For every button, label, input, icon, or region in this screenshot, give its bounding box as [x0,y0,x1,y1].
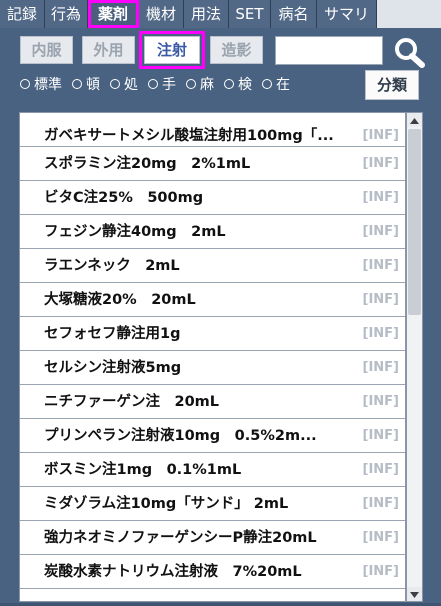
drug-name: ニチファーゲン注 20mL [44,394,220,410]
classify-button[interactable]: 分類 [365,70,419,100]
inf-tag: [INF] [362,564,399,579]
tab-usage[interactable]: 用法 [184,0,229,28]
list-item[interactable]: ニチファーゲン注 20mL [INF] [20,385,405,419]
tab-procedure[interactable]: 行為 [45,0,88,28]
radio-home[interactable]: 在 [262,74,290,94]
search-input[interactable] [275,36,383,65]
drug-name: プリンペラン注射液10mg 0.5%2m... [44,428,317,444]
list-item[interactable]: プリンペラン注射液10mg 0.5%2m... [INF] [20,419,405,453]
radio-label: 頓 [86,77,100,93]
external-button[interactable]: 外用 [82,36,135,64]
radio-label: 標準 [34,77,62,93]
tab-strip-filler [377,0,441,28]
radio-standard[interactable]: 標準 [20,74,62,94]
drug-name: スポラミン注20mg 2%1mL [44,156,251,172]
drug-name: ビタC注25% 500mg [44,190,204,206]
inf-tag: [INF] [362,394,399,409]
scrollbar-thumb[interactable] [408,129,421,315]
inf-tag: [INF] [362,258,399,273]
list-item[interactable]: セルシン注射液5mg [INF] [20,351,405,385]
scroll-up-button[interactable] [407,113,422,127]
radio-circle-icon[interactable] [148,79,158,89]
inf-tag: [INF] [362,530,399,545]
list-item[interactable]: ミダゾラム注10mg「サンド」 2mL [INF] [20,487,405,521]
radio-circle-icon[interactable] [72,79,82,89]
injection-button[interactable]: 注射 [139,31,205,69]
inf-tag: [INF] [362,496,399,511]
list-item[interactable]: スポラミン注20mg 2%1mL [INF] [20,147,405,181]
radio-circle-icon[interactable] [20,79,30,89]
drug-name: 炭酸水素ナトリウム注射液 7%20mL [44,564,302,580]
radio-label: 麻 [200,77,214,93]
radio-anesthesia[interactable]: 麻 [186,74,214,94]
list-item[interactable]: ガベキサートメシル酸塩注射用100mg「... [INF] [20,113,405,147]
list-item[interactable]: セフォセフ静注用1g [INF] [20,317,405,351]
inf-tag: [INF] [362,428,399,443]
radio-circle-icon[interactable] [186,79,196,89]
drug-name: セルシン注射液5mg [44,360,182,376]
radio-surgery[interactable]: 手 [148,74,176,94]
drug-panel: 内服 外用 注射 造影 標準 頓 処 手 麻 検 在 分類 ガベキサートメシル酸… [0,28,441,603]
radio-label: 在 [276,77,290,93]
list-scrollbar[interactable] [406,112,423,602]
drug-name: ボスミン注1mg 0.1%1mL [44,462,242,478]
scroll-down-arrow-icon [410,592,419,598]
filter-radio-group: 標準 頓 処 手 麻 検 在 [20,74,300,94]
inf-tag: [INF] [362,360,399,375]
drug-name: 大塚糖液20% 20mL [44,292,196,308]
radio-circle-icon[interactable] [262,79,272,89]
list-item[interactable]: 強力ネオミノファーゲンシーP静注20mL [INF] [20,521,405,555]
radio-test[interactable]: 検 [224,74,252,94]
list-item[interactable]: 大塚糖液20% 20mL [INF] [20,283,405,317]
oral-button[interactable]: 内服 [20,36,73,64]
radio-circle-icon[interactable] [224,79,234,89]
drug-name: ラエンネック 2mL [44,258,180,274]
drug-name: ミダゾラム注10mg「サンド」 2mL [44,496,289,512]
tab-disease[interactable]: 病名 [271,0,317,28]
list-item[interactable]: フェジン静注40mg 2mL [INF] [20,215,405,249]
radio-label: 検 [238,77,252,93]
tab-strip: 記録 行為 薬剤 機材 用法 SET 病名 サマリ [0,0,441,28]
contrast-button[interactable]: 造影 [210,36,263,64]
list-item[interactable]: ボスミン注1mg 0.1%1mL [INF] [20,453,405,487]
inf-tag: [INF] [362,326,399,341]
inf-tag: [INF] [362,156,399,171]
inf-tag: [INF] [362,292,399,307]
radio-treatment[interactable]: 処 [110,74,138,94]
list-item[interactable]: 炭酸水素ナトリウム注射液 7%20mL [INF] [20,555,405,589]
drug-list: ガベキサートメシル酸塩注射用100mg「... [INF] スポラミン注20mg … [19,112,406,602]
tab-set[interactable]: SET [229,0,271,28]
tab-summary[interactable]: サマリ [317,0,377,28]
scroll-up-arrow-icon [410,118,419,124]
inf-tag: [INF] [362,462,399,477]
inf-tag: [INF] [362,224,399,239]
radio-label: 手 [162,77,176,93]
list-item[interactable]: ビタC注25% 500mg [INF] [20,181,405,215]
drug-name: フェジン静注40mg 2mL [44,224,226,240]
scroll-down-button[interactable] [407,587,422,601]
radio-label: 処 [124,77,138,93]
drug-name: 強力ネオミノファーゲンシーP静注20mL [44,530,317,546]
inf-tag: [INF] [362,190,399,205]
radio-circle-icon[interactable] [110,79,120,89]
radio-prn[interactable]: 頓 [72,74,100,94]
tab-drug[interactable]: 薬剤 [88,0,139,28]
list-item[interactable]: ラエンネック 2mL [INF] [20,249,405,283]
tab-equipment[interactable]: 機材 [139,0,184,28]
drug-name: セフォセフ静注用1g [44,326,181,342]
tab-record[interactable]: 記録 [0,0,45,28]
search-icon[interactable] [391,36,427,68]
